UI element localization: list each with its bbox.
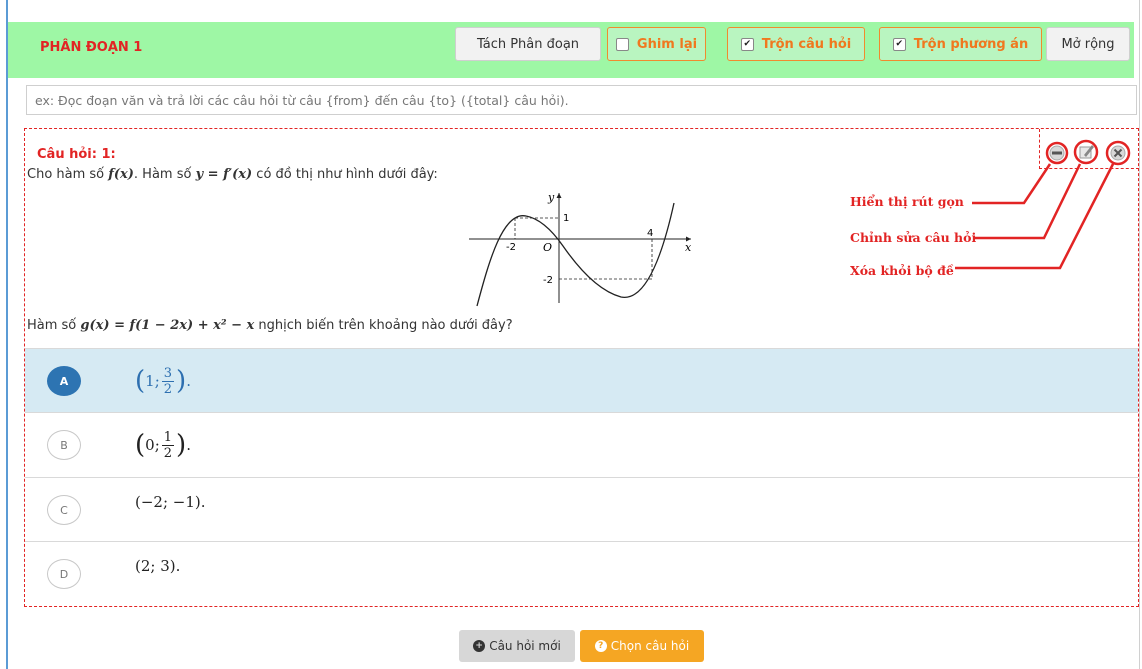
- annotation-line-collapse: [972, 163, 1052, 205]
- option-c-text: (−2; −1).: [135, 493, 206, 511]
- option-a-marker[interactable]: A: [47, 366, 81, 396]
- choose-question-button[interactable]: ? Chọn câu hỏi: [580, 630, 704, 662]
- option-b-text: (0; 12 ).: [135, 429, 191, 461]
- new-question-button[interactable]: + Câu hỏi mới: [459, 630, 575, 662]
- annotation-line-remove: [955, 163, 1115, 270]
- annotation-line-edit: [975, 163, 1082, 240]
- stem2-text-1: Hàm số: [27, 318, 81, 333]
- option-a[interactable]: A (1; 32 ).: [25, 348, 1138, 412]
- option-d-marker[interactable]: D: [47, 559, 81, 589]
- stem2-math: g(x) = f(1 − 2x) + x² − x: [80, 318, 255, 333]
- option-a-text: (1; 32 ).: [135, 365, 191, 397]
- option-b-marker[interactable]: B: [47, 430, 81, 460]
- option-b-fraction: 12: [161, 429, 175, 461]
- option-b-pre: 0;: [145, 436, 160, 454]
- stem2-text-2: nghịch biến trên khoảng nào dưới đây?: [254, 318, 513, 333]
- option-d-text: (2; 3).: [135, 557, 181, 575]
- option-d[interactable]: D (2; 3).: [25, 541, 1138, 605]
- annotation-lines: [955, 163, 1115, 270]
- option-a-fraction: 32: [161, 365, 175, 397]
- option-c[interactable]: C (−2; −1).: [25, 477, 1138, 541]
- option-a-pre: 1;: [145, 372, 160, 390]
- option-b[interactable]: B (0; 12 ).: [25, 412, 1138, 476]
- question-circle-icon: ?: [594, 640, 607, 652]
- new-question-label: Câu hỏi mới: [489, 639, 561, 653]
- option-c-marker[interactable]: C: [47, 495, 81, 525]
- question-stem-2: Hàm số g(x) = f(1 − 2x) + x² − x nghịch …: [27, 318, 513, 333]
- plus-circle-icon: +: [473, 640, 486, 652]
- choose-question-label: Chọn câu hỏi: [610, 639, 690, 653]
